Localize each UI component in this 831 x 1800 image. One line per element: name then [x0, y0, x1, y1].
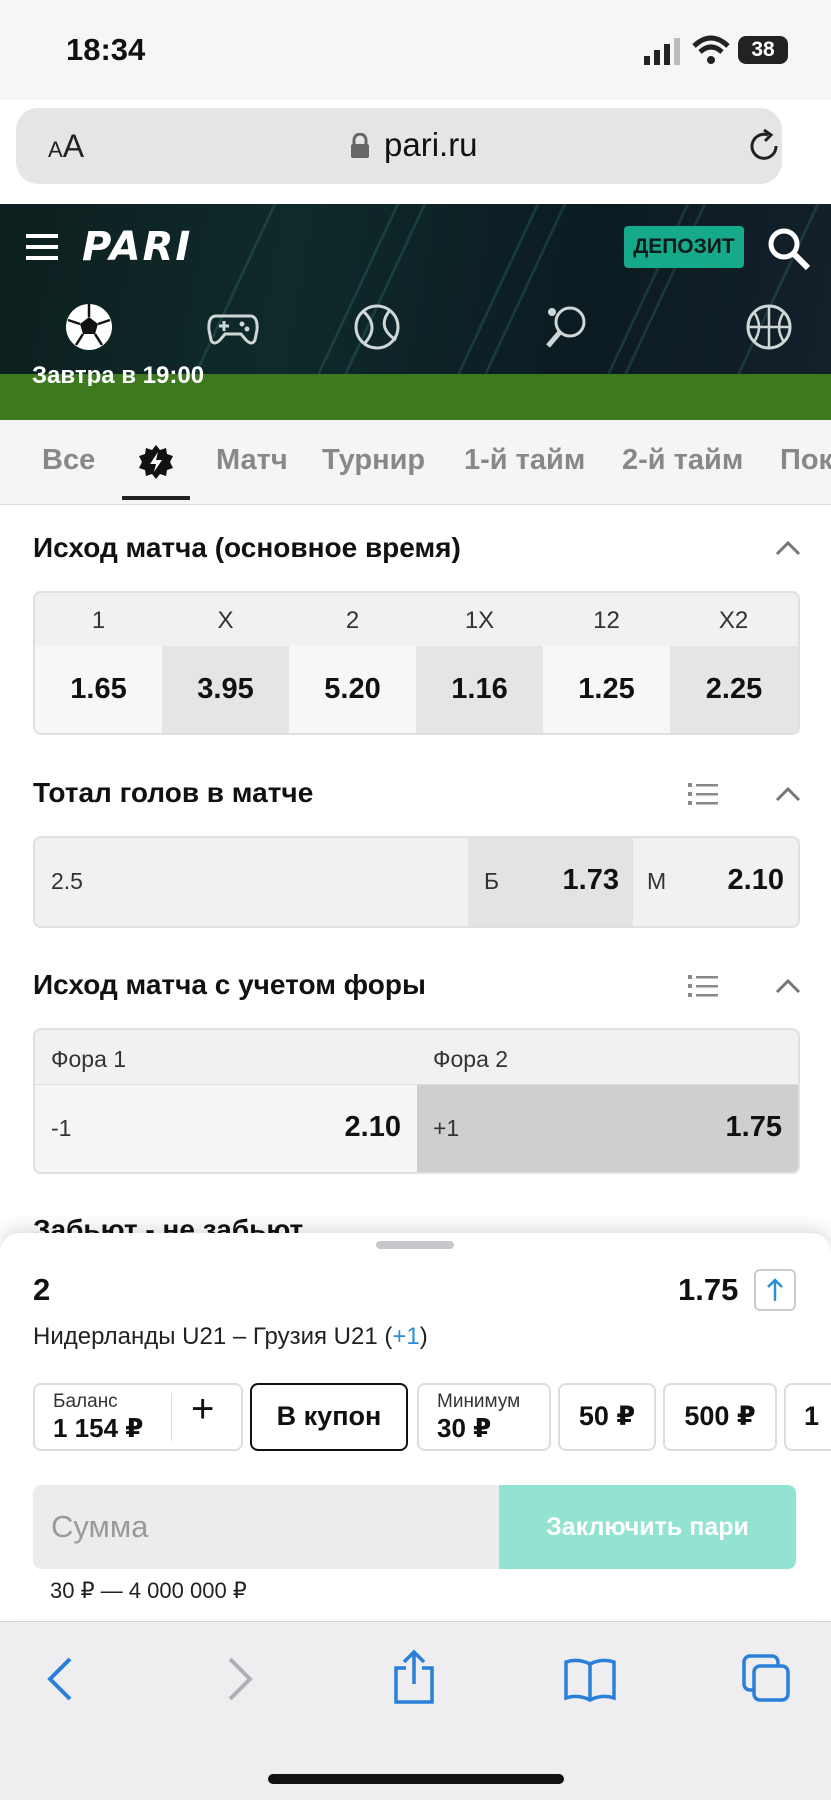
pari-logo[interactable]: PARI — [82, 224, 192, 270]
total-card: 2.5 Б 1.73 М 2.10 — [33, 836, 800, 928]
tab-first-half[interactable]: 1-й тайм — [464, 444, 585, 477]
bookmarks-icon[interactable] — [562, 1656, 618, 1702]
total-title: Тотал голов в матче — [33, 777, 314, 808]
place-bet-button[interactable]: Заключить пари — [499, 1485, 796, 1569]
odd-button[interactable]: 5.20 — [289, 646, 416, 733]
stake-input[interactable]: Сумма — [33, 1485, 499, 1569]
handicap1-odd-button[interactable]: -1 2.10 — [35, 1084, 417, 1172]
match-time-text: Завтра в 19:00 — [32, 362, 205, 386]
url-text[interactable]: pari.ru — [384, 126, 478, 164]
tab-tournament[interactable]: Турнир — [322, 444, 425, 477]
cellular-signal-icon — [644, 38, 680, 65]
chevron-up-icon[interactable] — [775, 786, 801, 802]
odd-change-up-icon — [754, 1269, 796, 1311]
total-line: 2.5 — [51, 868, 83, 894]
balance-label: Баланс — [53, 1391, 118, 1412]
handicap2-odd-button[interactable]: +1 1.75 — [417, 1084, 798, 1172]
outcome-header: 1X — [464, 607, 495, 634]
handicap2-odd: 1.75 — [725, 1111, 782, 1143]
handicap1-odd: 2.10 — [344, 1111, 401, 1143]
match-name: Нидерланды U21 – Грузия U21 (+1) — [33, 1323, 428, 1350]
extra-events-link[interactable]: +1 — [392, 1323, 419, 1350]
search-icon[interactable] — [766, 226, 812, 272]
over-odd-button[interactable]: Б 1.73 — [468, 838, 633, 926]
handicap2-label: Фора 2 — [433, 1046, 509, 1072]
minimum-stake-chip[interactable]: Минимум 30 ₽ — [417, 1383, 551, 1451]
selection-odd: 1.75 — [678, 1272, 739, 1307]
stake-range: 30 ₽ — 4 000 000 ₽ — [50, 1578, 247, 1603]
text-size-button[interactable]: AA — [48, 128, 84, 165]
outcome-header: 1 — [91, 607, 106, 634]
outcome-header: X2 — [718, 607, 749, 634]
reload-icon[interactable] — [744, 126, 784, 166]
tab-second-half[interactable]: 2-й тайм — [622, 444, 743, 477]
active-tab-indicator — [122, 496, 190, 500]
sheet-grabber[interactable] — [376, 1241, 454, 1249]
under-label: М — [647, 868, 667, 894]
quick-stake-50[interactable]: 50 ₽ — [558, 1383, 656, 1451]
handicap-title: Исход матча с учетом форы — [33, 969, 426, 1000]
quick-stake-more[interactable]: 1 — [784, 1383, 831, 1451]
odd-button[interactable]: 1.16 — [416, 646, 543, 733]
chevron-up-icon[interactable] — [775, 978, 801, 994]
flash-icon[interactable] — [138, 444, 174, 480]
handicap1-line: -1 — [51, 1115, 72, 1141]
handicap1-label: Фора 1 — [51, 1046, 127, 1072]
add-funds-button[interactable]: + — [191, 1387, 214, 1432]
odd-button[interactable]: 2.25 — [670, 646, 798, 733]
outcome-card: 1 X 2 1X 12 X2 1.65 3.95 5.20 1.16 1.25 … — [33, 591, 800, 735]
tab-match[interactable]: Матч — [216, 444, 288, 477]
back-icon[interactable] — [44, 1655, 76, 1703]
tabs-icon[interactable] — [740, 1652, 792, 1704]
list-icon[interactable] — [688, 782, 718, 806]
home-indicator — [268, 1774, 564, 1784]
lock-icon — [351, 133, 369, 158]
outcome-header: 12 — [593, 607, 620, 634]
under-odd: 2.10 — [727, 864, 784, 896]
wifi-icon — [692, 35, 730, 64]
odd-button[interactable]: 3.95 — [162, 646, 289, 733]
add-to-coupon-button[interactable]: В купон — [250, 1383, 408, 1451]
share-icon[interactable] — [390, 1648, 438, 1706]
list-icon[interactable] — [688, 974, 718, 998]
battery-icon: 38 — [738, 36, 788, 64]
tab-all[interactable]: Все — [42, 444, 95, 477]
outcome-header: X — [217, 607, 234, 634]
over-label: Б — [484, 868, 500, 894]
table-tennis-icon[interactable] — [540, 300, 594, 354]
handicap-card: Фора 1 Фора 2 -1 2.10 +1 1.75 — [33, 1028, 800, 1174]
odd-button[interactable]: 1.25 — [543, 646, 670, 733]
basketball-icon[interactable] — [742, 300, 796, 354]
tennis-icon[interactable] — [350, 300, 404, 354]
deposit-button[interactable]: ДЕПОЗИТ — [624, 226, 744, 268]
menu-icon[interactable] — [26, 232, 58, 262]
quick-stake-500[interactable]: 500 ₽ — [663, 1383, 777, 1451]
outcome-title: Исход матча (основное время) — [33, 532, 461, 563]
balance-value: 1 154 ₽ — [53, 1413, 144, 1443]
tab-more[interactable]: Пок — [780, 444, 831, 477]
odd-button[interactable]: 1.65 — [35, 646, 162, 733]
forward-icon[interactable] — [224, 1655, 256, 1703]
handicap2-line: +1 — [433, 1115, 460, 1141]
selection-label: 2 — [33, 1272, 51, 1307]
football-icon[interactable] — [62, 300, 116, 354]
outcome-header: 2 — [345, 607, 360, 634]
balance-chip[interactable]: Баланс 1 154 ₽ + — [33, 1383, 243, 1451]
chevron-up-icon[interactable] — [775, 540, 801, 556]
over-odd: 1.73 — [562, 864, 619, 896]
status-time: 18:34 — [66, 32, 146, 67]
under-odd-button[interactable]: М 2.10 — [633, 838, 798, 926]
esports-icon[interactable] — [206, 300, 260, 354]
